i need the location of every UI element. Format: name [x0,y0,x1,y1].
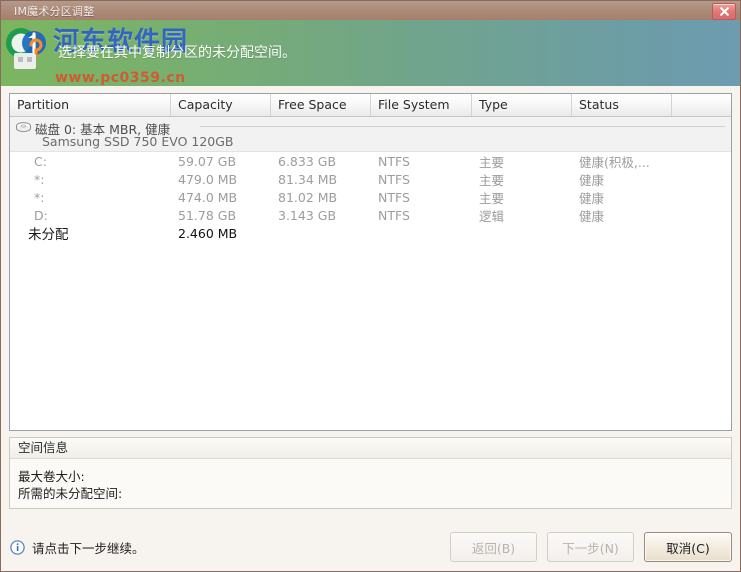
cell-partition: C: [34,153,47,169]
table-row[interactable]: *: 479.0 MB 81.34 MB NTFS 主要 健康 [10,170,731,188]
disk-model: Samsung SSD 750 EVO 120GB [42,134,234,149]
table-row[interactable]: D: 51.78 GB 3.143 GB NTFS 逻辑 健康 [10,206,731,224]
close-icon [719,7,729,16]
cell-free-space: 6.833 GB [278,153,337,169]
max-volume-size-label: 最大卷大小: [18,469,85,484]
space-info-group: 空间信息 最大卷大小: 所需的未分配空间: [9,437,732,509]
cell-capacity: 51.78 GB [178,207,237,223]
footer-bar: 请点击下一步继续。 返回(B) 下一步(N) 取消(C) [1,523,740,571]
banner-instruction: 选择要在其中复制分区的未分配空间。 [58,45,296,61]
close-button[interactable] [712,3,736,20]
content-area: Partition Capacity Free Space File Syste… [1,86,740,523]
cell-partition: *: [34,171,45,187]
cell-status: 健康(积极,... [579,154,650,170]
column-header-filler [672,94,731,116]
cell-capacity: 479.0 MB [178,171,238,187]
status-area: 请点击下一步继续。 [10,538,450,557]
cancel-button[interactable]: 取消(C) [644,532,732,562]
cell-status: 健康 [579,190,605,206]
cell-file-system: NTFS [378,153,410,169]
disk-icon [16,122,31,133]
cell-free-space: 81.34 MB [278,171,338,187]
column-header-partition[interactable]: Partition [10,94,171,116]
cell-partition: *: [34,189,45,205]
table-row-unallocated[interactable]: 未分配 2.460 MB [10,224,731,244]
application-window: IM魔术分区调整 河东软件园 www.pc0359.cn 选择要在其中复制分区的… [0,0,741,572]
cell-capacity: 2.460 MB [178,225,238,241]
cell-type: 主要 [479,190,505,206]
table-row[interactable]: *: 474.0 MB 81.02 MB NTFS 主要 健康 [10,188,731,206]
info-icon [10,539,25,555]
cell-file-system: NTFS [378,207,410,223]
cell-partition: D: [34,207,48,223]
column-header-capacity[interactable]: Capacity [171,94,271,116]
cell-capacity: 59.07 GB [178,153,237,169]
cell-type: 主要 [479,172,505,188]
column-header-free-space[interactable]: Free Space [271,94,371,116]
disk-group-header[interactable]: 磁盘 0: 基本 MBR, 健康 Samsung SSD 750 EVO 120… [10,117,731,152]
header-banner: 河东软件园 www.pc0359.cn 选择要在其中复制分区的未分配空间。 [1,20,740,86]
cell-partition: 未分配 [28,227,69,243]
cell-type: 主要 [479,154,505,170]
partition-list[interactable]: Partition Capacity Free Space File Syste… [9,93,732,431]
space-info-title: 空间信息 [10,438,731,459]
table-header-row: Partition Capacity Free Space File Syste… [10,94,731,117]
dialog-buttons: 返回(B) 下一步(N) 取消(C) [450,532,732,562]
required-unallocated-label: 所需的未分配空间: [18,486,123,501]
cell-file-system: NTFS [378,189,410,205]
column-header-status[interactable]: Status [572,94,672,116]
watermark-url: www.pc0359.cn [55,70,186,86]
table-row[interactable]: C: 59.07 GB 6.833 GB NTFS 主要 健康(积极,... [10,152,731,170]
disk-rule [200,126,725,127]
column-header-type[interactable]: Type [472,94,572,116]
cell-free-space: 3.143 GB [278,207,337,223]
cell-status: 健康 [579,208,605,224]
window-title: IM魔术分区调整 [14,4,95,18]
back-button[interactable]: 返回(B) [450,532,537,562]
column-header-file-system[interactable]: File System [371,94,472,116]
watermark-logo-icon [6,28,46,69]
table-body: 磁盘 0: 基本 MBR, 健康 Samsung SSD 750 EVO 120… [10,117,731,430]
cell-file-system: NTFS [378,171,410,187]
cell-free-space: 81.02 MB [278,189,338,205]
cell-capacity: 474.0 MB [178,189,238,205]
next-button[interactable]: 下一步(N) [547,532,634,562]
space-info-body: 最大卷大小: 所需的未分配空间: [10,459,731,502]
cell-type: 逻辑 [479,208,505,224]
status-message: 请点击下一步继续。 [32,540,145,556]
cell-status: 健康 [579,172,605,188]
title-bar[interactable]: IM魔术分区调整 [1,1,740,20]
